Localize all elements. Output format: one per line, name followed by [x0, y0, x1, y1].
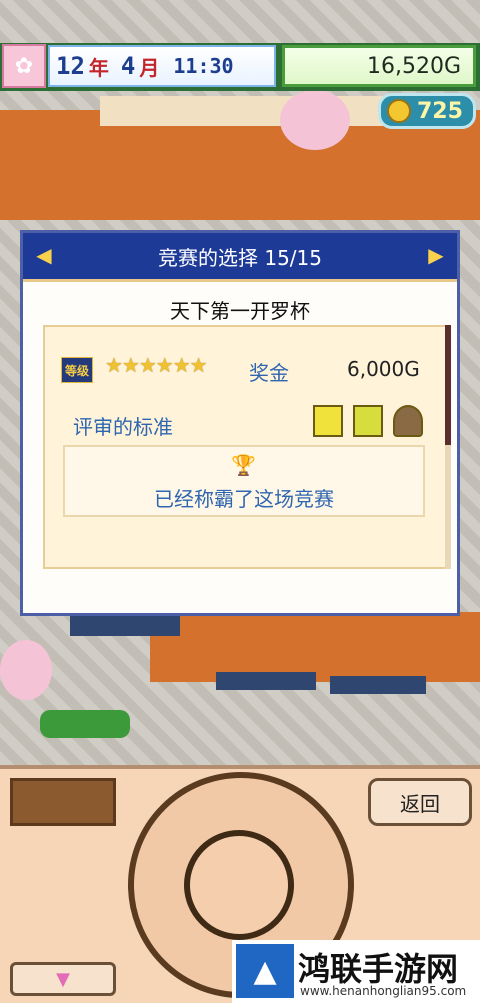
menu-slot[interactable] — [10, 778, 116, 826]
restaurant-wall — [100, 96, 400, 126]
clock-time: 11:30 — [173, 54, 234, 78]
money-display: 16,520G — [282, 45, 476, 87]
shop-roof — [216, 672, 316, 690]
month-number: 4 — [120, 52, 136, 80]
back-button[interactable]: 返回 — [368, 778, 472, 826]
cherry-tree — [0, 640, 52, 700]
result-box: 🏆 已经称霸了这场竞赛 — [63, 445, 425, 517]
shop-roof — [70, 616, 180, 636]
shop-roof — [330, 676, 426, 694]
judge-avatar — [393, 405, 423, 437]
year-number: 12 — [56, 52, 85, 80]
coin-icon — [387, 99, 411, 123]
previous-contest-button[interactable]: ◀ — [31, 241, 57, 269]
trophy-icon: 🏆 — [231, 453, 256, 477]
watermark-url: www.henanhonglian95.com — [300, 984, 467, 998]
scroll-down-button[interactable]: ▼ — [10, 962, 116, 996]
contest-dialog: 竞赛的选择 15/15 ◀ ▶ 天下第一开罗杯 等级 ★★★★★★ 奖金 6,0… — [20, 230, 460, 616]
coin-display[interactable]: 725 — [378, 93, 476, 129]
next-contest-button[interactable]: ▶ — [423, 241, 449, 269]
year-unit: 年 — [88, 55, 109, 80]
dialog-header: 竞赛的选择 15/15 — [23, 233, 457, 282]
criteria-label: 评审的标准 — [73, 415, 173, 439]
watermark-logo-icon: ▲ — [236, 944, 294, 998]
scrollbar-thumb[interactable] — [445, 325, 451, 445]
judge-avatar — [353, 405, 383, 437]
prize-value: 6,000G — [347, 357, 420, 381]
month-unit: 月 — [139, 55, 160, 80]
cherry-blossom-icon[interactable]: ✿ — [2, 44, 46, 88]
money-value: 16,520G — [366, 53, 461, 79]
dpad-center-button[interactable] — [184, 830, 294, 940]
prize-label: 奖金 — [249, 361, 289, 385]
rank-stars: ★★★★★★ — [105, 353, 208, 377]
contest-info-panel: 等级 ★★★★★★ 奖金 6,000G 评审的标准 🏆 已经称霸了这场竞赛 — [43, 325, 449, 569]
coin-value: 725 — [417, 98, 463, 124]
date-display: 12 年 4 月 11:30 — [48, 45, 276, 87]
dialog-title: 竞赛的选择 15/15 — [158, 245, 322, 270]
result-text: 已经称霸了这场竞赛 — [154, 487, 334, 511]
judge-avatar — [313, 405, 343, 437]
rank-badge: 等级 — [61, 357, 93, 383]
hedge — [40, 710, 130, 738]
cherry-tree — [280, 90, 350, 150]
contest-name: 天下第一开罗杯 — [170, 299, 310, 323]
